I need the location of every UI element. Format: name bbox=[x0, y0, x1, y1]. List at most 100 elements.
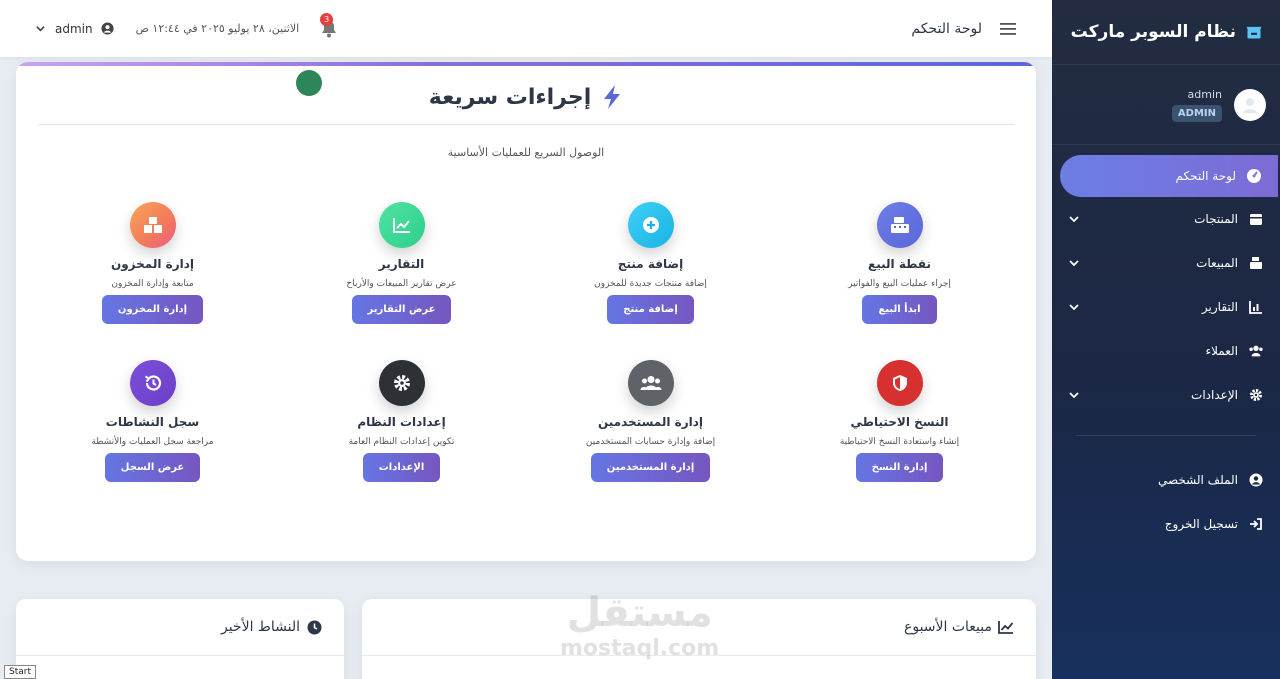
sidebar-item-label: المبيعات bbox=[1196, 256, 1238, 270]
manage-users-button[interactable]: إدارة المستخدمين bbox=[590, 453, 711, 482]
quick-action-name: نقطة البيع bbox=[868, 257, 931, 271]
gauge-icon bbox=[1246, 168, 1262, 184]
quick-action-users: إدارة المستخدمين إضافة وإدارة حسابات الم… bbox=[526, 360, 775, 482]
cash-register-icon[interactable] bbox=[876, 202, 923, 248]
quick-actions-title: إجراءات سريعة bbox=[428, 84, 592, 110]
users-icon[interactable] bbox=[627, 360, 674, 406]
quick-actions-grid: نقطة البيع إجراء عمليات البيع والفواتير … bbox=[28, 202, 1024, 482]
sidebar: نظام السوبر ماركت admin ADMIN لوحة التحك… bbox=[1052, 0, 1280, 679]
user-dropdown-label: admin bbox=[55, 21, 93, 36]
weekly-sales-title: مبيعات الأسبوع bbox=[903, 619, 992, 635]
quick-action-desc: تكوين إعدادات النظام العامة bbox=[348, 437, 455, 447]
box-icon bbox=[1248, 211, 1264, 227]
sidebar-item-products[interactable]: المنتجات bbox=[1052, 197, 1280, 241]
user-circle-icon bbox=[1248, 472, 1264, 488]
quick-action-inventory: إدارة المخزون متابعة وإدارة المخزون إدار… bbox=[28, 202, 277, 324]
role-badge: ADMIN bbox=[1171, 104, 1222, 122]
menu-toggle-icon[interactable] bbox=[1000, 21, 1016, 37]
page-title: لوحة التحكم bbox=[911, 20, 982, 37]
notification-badge: 3 bbox=[320, 12, 334, 26]
quick-action-name: التقارير bbox=[378, 257, 425, 271]
recent-activity-title: النشاط الأخير bbox=[220, 619, 300, 635]
notifications-button[interactable]: 3 bbox=[319, 12, 337, 38]
quick-actions-card: إجراءات سريعة الوصول السريع للعمليات الأ… bbox=[16, 62, 1036, 561]
users-icon bbox=[1248, 343, 1264, 359]
sidebar-item-logout[interactable]: تسجيل الخروج bbox=[1052, 502, 1280, 546]
chart-line-icon[interactable] bbox=[378, 202, 425, 248]
topbar: لوحة التحكم 3 الاثنين، ٢٨ يوليو ٢٠٢٥ في … bbox=[0, 0, 1052, 57]
chevron-down-icon bbox=[1066, 299, 1082, 315]
quick-action-backup: النسخ الاحتياطي إنشاء واستعادة النسخ الا… bbox=[775, 360, 1024, 482]
sidebar-item-customers[interactable]: العملاء bbox=[1052, 329, 1280, 373]
quick-action-desc: إضافة وإدارة حسابات المستخدمين bbox=[585, 437, 716, 447]
gear-icon bbox=[1248, 387, 1264, 403]
sidebar-item-dashboard[interactable]: لوحة التحكم bbox=[1060, 155, 1278, 197]
sidebar-user: admin ADMIN bbox=[1052, 65, 1280, 145]
chevron-down-icon bbox=[32, 21, 48, 37]
view-reports-button[interactable]: عرض التقارير bbox=[351, 295, 452, 324]
gear-icon[interactable] bbox=[378, 360, 425, 406]
sidebar-item-label: الملف الشخصي bbox=[1158, 473, 1238, 487]
sidebar-item-label: الإعدادات bbox=[1191, 388, 1238, 402]
sidebar-nav: لوحة التحكم المنتجات المبيعات التقارير ا… bbox=[1052, 155, 1280, 546]
history-icon[interactable] bbox=[129, 360, 176, 406]
plus-circle-icon[interactable] bbox=[627, 202, 674, 248]
sidebar-item-sales[interactable]: المبيعات bbox=[1052, 241, 1280, 285]
start-sale-button[interactable]: ابدأ البيع bbox=[862, 295, 937, 324]
quick-action-desc: إضافة منتجات جديدة للمخزون bbox=[594, 279, 707, 289]
recent-activity-card: النشاط الأخير bbox=[16, 599, 344, 679]
add-product-button[interactable]: إضافة منتج bbox=[607, 295, 694, 324]
watermark: مستقل mostaql.com bbox=[560, 590, 719, 661]
sidebar-brand[interactable]: نظام السوبر ماركت bbox=[1052, 0, 1280, 65]
user-dropdown[interactable]: admin bbox=[32, 21, 116, 37]
sidebar-item-settings[interactable]: الإعدادات bbox=[1052, 373, 1280, 417]
shield-icon[interactable] bbox=[876, 360, 923, 406]
chart-area-icon bbox=[998, 619, 1014, 635]
activity-item-icon bbox=[296, 70, 322, 96]
quick-action-name: إدارة المستخدمين bbox=[597, 415, 704, 429]
sidebar-item-profile[interactable]: الملف الشخصي bbox=[1052, 458, 1280, 502]
sidebar-item-label: العملاء bbox=[1205, 344, 1238, 358]
clock-icon bbox=[306, 619, 322, 635]
quick-action-name: إضافة منتج bbox=[617, 257, 684, 271]
quick-action-reports: التقارير عرض تقارير المبيعات والأرباح عر… bbox=[277, 202, 526, 324]
quick-actions-subtitle: الوصول السريع للعمليات الأساسية bbox=[447, 146, 605, 159]
sidebar-item-reports[interactable]: التقارير bbox=[1052, 285, 1280, 329]
quick-action-add-product: إضافة منتج إضافة منتجات جديدة للمخزون إض… bbox=[526, 202, 775, 324]
quick-action-activity-log: سجل النشاطات مراجعة سجل العمليات والأنشط… bbox=[28, 360, 277, 482]
quick-action-name: إدارة المخزون bbox=[110, 257, 195, 271]
manage-backups-button[interactable]: إدارة النسخ bbox=[855, 453, 944, 482]
manage-inventory-button[interactable]: إدارة المخزون bbox=[101, 295, 204, 324]
user-circle-icon bbox=[100, 21, 116, 37]
settings-button[interactable]: الإعدادات bbox=[362, 453, 441, 482]
chart-icon bbox=[1248, 299, 1264, 315]
chevron-down-icon bbox=[1066, 211, 1082, 227]
current-datetime: الاثنين، ٢٨ يوليو ٢٠٢٥ في ١٢:٤٤ ص bbox=[135, 22, 300, 35]
quick-action-name: النسخ الاحتياطي bbox=[850, 415, 949, 429]
store-icon bbox=[1246, 24, 1262, 40]
cash-register-icon bbox=[1248, 255, 1264, 271]
sidebar-item-label: لوحة التحكم bbox=[1175, 169, 1237, 183]
brand-title: نظام السوبر ماركت bbox=[1070, 22, 1236, 42]
quick-action-pos: نقطة البيع إجراء عمليات البيع والفواتير … bbox=[775, 202, 1024, 324]
watermark-arabic: مستقل bbox=[566, 590, 713, 636]
watermark-english: mostaql.com bbox=[560, 636, 720, 661]
quick-action-desc: إجراء عمليات البيع والفواتير bbox=[848, 279, 951, 289]
sidebar-user-name: admin bbox=[1187, 87, 1222, 101]
sidebar-divider bbox=[1076, 435, 1256, 436]
view-log-button[interactable]: عرض السجل bbox=[104, 453, 201, 482]
quick-action-system-settings: إعدادات النظام تكوين إعدادات النظام العا… bbox=[277, 360, 526, 482]
sidebar-item-label: التقارير bbox=[1201, 300, 1238, 314]
chevron-down-icon bbox=[1066, 387, 1082, 403]
avatar bbox=[1234, 88, 1266, 121]
quick-action-name: سجل النشاطات bbox=[105, 415, 200, 429]
sidebar-item-label: المنتجات bbox=[1194, 212, 1238, 226]
quick-action-desc: مراجعة سجل العمليات والأنشطة bbox=[91, 437, 214, 447]
sidebar-item-label: تسجيل الخروج bbox=[1164, 517, 1238, 531]
start-button[interactable]: Start bbox=[4, 665, 36, 679]
boxes-icon[interactable] bbox=[129, 202, 176, 248]
quick-action-desc: إنشاء واستعادة النسخ الاحتياطية bbox=[839, 437, 960, 447]
bolt-icon bbox=[601, 84, 623, 110]
logout-icon bbox=[1248, 516, 1264, 532]
divider bbox=[38, 124, 1014, 125]
